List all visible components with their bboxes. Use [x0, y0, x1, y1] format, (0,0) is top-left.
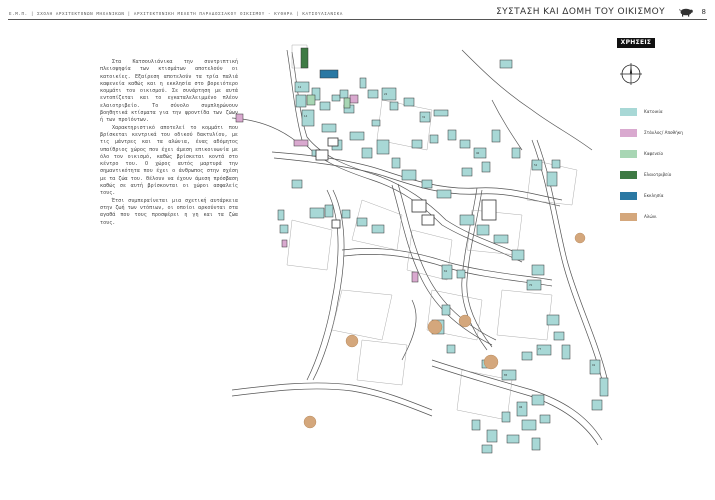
svg-text:91: 91	[592, 363, 596, 367]
north-compass-icon	[620, 63, 642, 85]
paragraph-2: Χαρακτηριστικό αποτελεί το κομμάτι που β…	[100, 124, 239, 197]
legend-swatch	[620, 108, 637, 116]
legend-label: Καφενείο	[644, 151, 664, 156]
legend-label: Αλώνι	[644, 214, 657, 219]
legend-label: Κατοικία	[644, 109, 663, 114]
page-title: ΣΥΣΤΑΣΗ ΚΑΙ ΔΟΜΗ ΤΟΥ ΟΙΚΙΣΜΟΥ	[496, 7, 665, 17]
svg-text:96: 96	[519, 405, 523, 409]
breadcrumb: Ε.Μ.Π. | ΣΧΟΛΗ ΑΡΧΙΤΕΚΤΟΝΩΝ ΜΗΧΑΝΙΚΩΝ | …	[9, 11, 343, 16]
svg-text:12: 12	[298, 85, 302, 89]
property-boundaries	[286, 44, 578, 421]
svg-text:61: 61	[444, 269, 448, 273]
legend-label: Στάυλος/ Αποθήκη	[644, 130, 683, 135]
legend-swatch	[620, 171, 637, 179]
building-numbers: 12 14 22 31 40 52 61 70 77 85 91 96	[298, 85, 596, 409]
svg-text:52: 52	[534, 163, 538, 167]
legend-swatch	[620, 192, 637, 200]
legend-swatch	[620, 150, 637, 158]
svg-text:22: 22	[384, 92, 388, 96]
header-line	[8, 19, 707, 20]
paragraph-1: Στα Κατσουλιάνικα την συντριπτική πλειοψ…	[100, 59, 238, 124]
legend-title: ΧΡΗΣΕΙΣ	[617, 38, 655, 48]
houses	[277, 59, 609, 454]
svg-text:70: 70	[529, 283, 533, 287]
settlement-map: 12 14 22 31 40 52 61 70 77 85 91 96	[232, 44, 609, 454]
stables-storage	[235, 94, 419, 283]
pig-logo-icon	[679, 8, 693, 17]
svg-text:14: 14	[304, 114, 308, 118]
paragraph-3: Έτσι συμπεραίνεται μια σχετική αυτάρκεια…	[100, 197, 239, 226]
legend-label: Ελαιοτριβείο	[644, 172, 672, 177]
svg-text:40: 40	[476, 151, 480, 155]
church	[319, 69, 339, 79]
svg-text:85: 85	[504, 373, 508, 377]
olive-press	[300, 47, 309, 69]
road-network	[232, 49, 608, 446]
body-text: Στα Κατσουλιάνικα την συντριπτική πλειοψ…	[100, 59, 238, 227]
page-number: 8	[701, 8, 706, 16]
svg-text:31: 31	[422, 115, 426, 119]
legend-label: Εκκλησία	[644, 193, 664, 198]
svg-text:77: 77	[538, 347, 542, 351]
legend-swatch	[620, 213, 637, 221]
legend-swatch	[620, 129, 637, 137]
